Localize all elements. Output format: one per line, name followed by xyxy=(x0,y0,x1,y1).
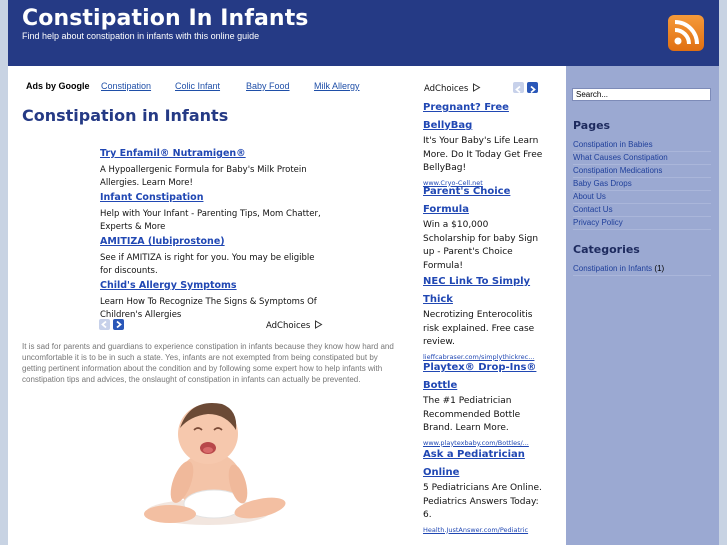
sidebar-item-contact-us[interactable]: Contact Us xyxy=(573,204,711,217)
pages-list: Constipation in Babies What Causes Const… xyxy=(573,139,711,230)
adchoices-icon xyxy=(314,320,323,329)
inline-ad-title[interactable]: Child's Allergy Symptoms xyxy=(100,280,237,291)
right-ad-next-button[interactable] xyxy=(527,82,538,94)
right-ad-body: It's Your Baby's Life Learn More. Do It … xyxy=(423,136,543,173)
post-title[interactable]: Constipation in Infants xyxy=(22,106,228,125)
right-ad: NEC Link To Simply Thick Necrotizing Ent… xyxy=(423,271,543,361)
right-ad-title[interactable]: Parent's Choice Formula xyxy=(423,186,510,215)
right-ad-title[interactable]: Ask a Pediatrician Online xyxy=(423,449,525,478)
adchoices-label: AdChoices xyxy=(266,321,311,331)
inline-ad-body: Learn How To Recognize The Signs & Sympt… xyxy=(100,297,317,320)
site-header: Constipation In Infants Find help about … xyxy=(8,0,719,66)
post-intro-text: It is sad for parents and guardians to e… xyxy=(22,342,394,384)
sidebar-item-about-us[interactable]: About Us xyxy=(573,191,711,204)
inline-ad-prev-button[interactable] xyxy=(99,319,110,330)
categories-heading: Categories xyxy=(573,243,640,256)
inline-ad: Try Enfamil® Nutramigen® A Hypoallergeni… xyxy=(100,143,325,190)
category-link-constipation-in-infants[interactable]: Constipation in Infants xyxy=(573,264,652,273)
right-ad-title[interactable]: Pregnant? Free BellyBag xyxy=(423,102,509,131)
inline-ad-title[interactable]: AMITIZA (lubiprostone) xyxy=(100,236,225,247)
crying-baby-photo xyxy=(130,396,290,528)
sidebar-item-constipation-in-babies[interactable]: Constipation in Babies xyxy=(573,139,711,152)
category-item: Constipation in Infants (1) xyxy=(573,263,711,276)
right-ad-prev-button[interactable] xyxy=(513,82,524,94)
right-ad-url[interactable]: Health.JustAnswer.com/Pediatric xyxy=(423,526,543,534)
adchoices-label: AdChoices xyxy=(424,84,469,94)
rss-feed-icon[interactable] xyxy=(668,15,704,51)
right-adchoices[interactable]: AdChoices xyxy=(424,83,481,94)
right-ad-body: The #1 Pediatrician Recommended Bottle B… xyxy=(423,396,521,433)
right-ad-body: 5 Pediatricians Are Online. Pediatrics A… xyxy=(423,483,542,520)
ad-link-baby-food[interactable]: Baby Food xyxy=(246,81,290,91)
ad-link-milk-allergy[interactable]: Milk Allergy xyxy=(314,81,360,91)
right-ad: Parent's Choice Formula Win a $10,000 Sc… xyxy=(423,181,543,273)
inline-ad: AMITIZA (lubiprostone) See if AMITIZA is… xyxy=(100,231,325,278)
inline-ad: Child's Allergy Symptoms Learn How To Re… xyxy=(100,275,325,322)
inline-adchoices[interactable]: AdChoices xyxy=(266,320,323,331)
right-ad: Playtex® Drop-Ins® Bottle The #1 Pediatr… xyxy=(423,357,543,447)
inline-ad: Infant Constipation Help with Your Infan… xyxy=(100,187,325,234)
site-title[interactable]: Constipation In Infants xyxy=(22,6,309,31)
category-count: (1) xyxy=(654,264,665,273)
right-ad-title[interactable]: Playtex® Drop-Ins® Bottle xyxy=(423,362,536,391)
sidebar-item-baby-gas-drops[interactable]: Baby Gas Drops xyxy=(573,178,711,191)
search-input[interactable] xyxy=(572,88,711,101)
right-ad-body: Win a $10,000 Scholarship for baby Sign … xyxy=(423,220,539,271)
inline-ad-title[interactable]: Try Enfamil® Nutramigen® xyxy=(100,148,246,159)
right-ad: Pregnant? Free BellyBag It's Your Baby's… xyxy=(423,97,543,187)
inline-ad-title[interactable]: Infant Constipation xyxy=(100,192,203,203)
sidebar-item-constipation-medications[interactable]: Constipation Medications xyxy=(573,165,711,178)
sidebar xyxy=(566,66,719,545)
right-ad-body: Necrotizing Enterocolitis risk explained… xyxy=(423,310,535,347)
site-tagline: Find help about constipation in infants … xyxy=(22,31,260,41)
sidebar-item-what-causes-constipation[interactable]: What Causes Constipation xyxy=(573,152,711,165)
sidebar-item-privacy-policy[interactable]: Privacy Policy xyxy=(573,217,711,230)
ad-link-constipation[interactable]: Constipation xyxy=(101,81,151,91)
inline-ad-next-button[interactable] xyxy=(113,319,124,330)
categories-list: Constipation in Infants (1) xyxy=(573,263,711,276)
adchoices-icon xyxy=(472,83,481,92)
ads-by-google-label: Ads by Google xyxy=(26,81,90,91)
right-ad-title[interactable]: NEC Link To Simply Thick xyxy=(423,276,530,305)
right-ad: Ask a Pediatrician Online 5 Pediatrician… xyxy=(423,444,543,534)
ad-link-colic-infant[interactable]: Colic Infant xyxy=(175,81,220,91)
pages-heading: Pages xyxy=(573,119,611,132)
